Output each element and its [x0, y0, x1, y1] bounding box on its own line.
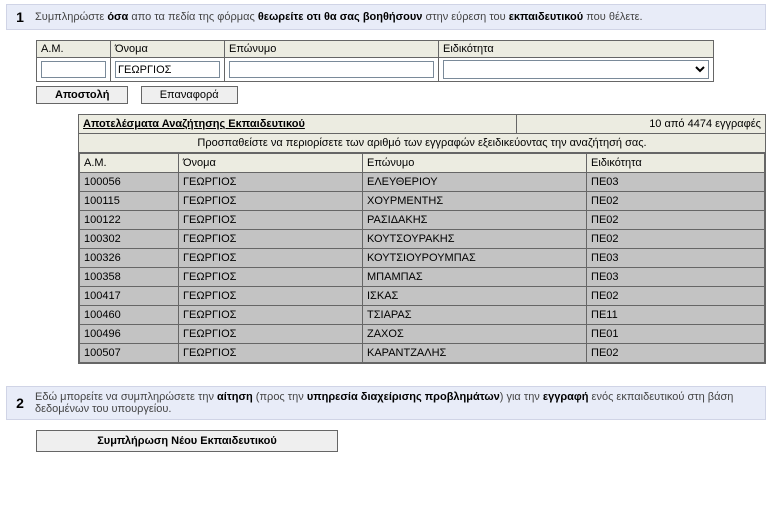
- cell-surname: ΚΑΡΑΝΤΖΑΛΗΣ: [363, 344, 587, 363]
- name-input[interactable]: [115, 61, 220, 78]
- cell-am: 100460: [80, 306, 179, 325]
- cell-name: ΓΕΩΡΓΙΟΣ: [179, 325, 363, 344]
- results-hint: Προσπαθείστε να περιορίσετε των αριθμό τ…: [79, 134, 765, 153]
- col-header-name: Όνομα: [179, 154, 363, 173]
- cell-am: 100507: [80, 344, 179, 363]
- cell-spec: ΠΕ03: [587, 249, 765, 268]
- cell-name: ΓΕΩΡΓΙΟΣ: [179, 173, 363, 192]
- new-teacher-button[interactable]: Συμπλήρωση Νέου Εκπαιδευτικού: [36, 430, 338, 452]
- cell-surname: ΙΣΚΑΣ: [363, 287, 587, 306]
- table-row[interactable]: 100115ΓΕΩΡΓΙΟΣΧΟΥΡΜΕΝΤΗΣΠΕ02: [80, 192, 765, 211]
- table-row[interactable]: 100460ΓΕΩΡΓΙΟΣΤΣΙΑΡΑΣΠΕ11: [80, 306, 765, 325]
- surname-input[interactable]: [229, 61, 434, 78]
- cell-am: 100496: [80, 325, 179, 344]
- search-form: A.M. Όνομα Επώνυμο Ειδικότητα Αποστολή Ε…: [36, 40, 766, 104]
- step1-instruction: 1 Συμπληρώστε όσα απο τα πεδία της φόρμα…: [6, 4, 766, 30]
- table-row[interactable]: 100507ΓΕΩΡΓΙΟΣΚΑΡΑΝΤΖΑΛΗΣΠΕ02: [80, 344, 765, 363]
- cell-name: ΓΕΩΡΓΙΟΣ: [179, 230, 363, 249]
- results-title: Αποτελέσματα Αναζήτησης Εκπαιδευτικού: [79, 115, 517, 134]
- cell-am: 100115: [80, 192, 179, 211]
- am-input[interactable]: [41, 61, 106, 78]
- header-am: A.M.: [37, 41, 111, 58]
- cell-name: ΓΕΩΡΓΙΟΣ: [179, 344, 363, 363]
- step2-number: 2: [13, 395, 27, 411]
- cell-surname: ΚΟΥΤΣΟΥΡΑΚΗΣ: [363, 230, 587, 249]
- cell-surname: ΤΣΙΑΡΑΣ: [363, 306, 587, 325]
- step1-text: Συμπληρώστε όσα απο τα πεδία της φόρμας …: [35, 11, 643, 23]
- cell-am: 100326: [80, 249, 179, 268]
- cell-name: ΓΕΩΡΓΙΟΣ: [179, 306, 363, 325]
- cell-spec: ΠΕ02: [587, 211, 765, 230]
- cell-name: ΓΕΩΡΓΙΟΣ: [179, 287, 363, 306]
- cell-spec: ΠΕ01: [587, 325, 765, 344]
- cell-spec: ΠΕ03: [587, 268, 765, 287]
- table-row[interactable]: 100056ΓΕΩΡΓΙΟΣΕΛΕΥΘΕΡΙΟΥΠΕ03: [80, 173, 765, 192]
- cell-name: ΓΕΩΡΓΙΟΣ: [179, 249, 363, 268]
- results-table: A.M. Όνομα Επώνυμο Ειδικότητα 100056ΓΕΩΡ…: [79, 153, 765, 363]
- cell-surname: ΖΑΧΟΣ: [363, 325, 587, 344]
- cell-surname: ΕΛΕΥΘΕΡΙΟΥ: [363, 173, 587, 192]
- cell-spec: ΠΕ02: [587, 192, 765, 211]
- reset-button[interactable]: Επαναφορά: [141, 86, 238, 104]
- cell-surname: ΚΟΥΤΣΙΟΥΡΟΥΜΠΑΣ: [363, 249, 587, 268]
- col-header-specialty: Ειδικότητα: [587, 154, 765, 173]
- table-row[interactable]: 100358ΓΕΩΡΓΙΟΣΜΠΑΜΠΑΣΠΕ03: [80, 268, 765, 287]
- cell-am: 100302: [80, 230, 179, 249]
- submit-button[interactable]: Αποστολή: [36, 86, 128, 104]
- table-row[interactable]: 100122ΓΕΩΡΓΙΟΣΡΑΣΙΔΑΚΗΣΠΕ02: [80, 211, 765, 230]
- cell-spec: ΠΕ02: [587, 344, 765, 363]
- cell-name: ΓΕΩΡΓΙΟΣ: [179, 268, 363, 287]
- results-count: 10 από 4474 εγγραφές: [517, 115, 765, 134]
- cell-am: 100358: [80, 268, 179, 287]
- cell-spec: ΠΕ02: [587, 230, 765, 249]
- results-panel: Αποτελέσματα Αναζήτησης Εκπαιδευτικού 10…: [78, 114, 766, 364]
- cell-surname: ΧΟΥΡΜΕΝΤΗΣ: [363, 192, 587, 211]
- cell-name: ΓΕΩΡΓΙΟΣ: [179, 192, 363, 211]
- cell-name: ΓΕΩΡΓΙΟΣ: [179, 211, 363, 230]
- step2-instruction: 2 Εδώ μπορείτε να συμπληρώσετε την αίτησ…: [6, 386, 766, 420]
- cell-spec: ΠΕ11: [587, 306, 765, 325]
- table-row[interactable]: 100496ΓΕΩΡΓΙΟΣΖΑΧΟΣΠΕ01: [80, 325, 765, 344]
- cell-spec: ΠΕ02: [587, 287, 765, 306]
- specialty-select[interactable]: [443, 60, 709, 79]
- table-row[interactable]: 100302ΓΕΩΡΓΙΟΣΚΟΥΤΣΟΥΡΑΚΗΣΠΕ02: [80, 230, 765, 249]
- search-fields-table: A.M. Όνομα Επώνυμο Ειδικότητα: [36, 40, 714, 82]
- header-name: Όνομα: [111, 41, 225, 58]
- col-header-surname: Επώνυμο: [363, 154, 587, 173]
- col-header-am: A.M.: [80, 154, 179, 173]
- step1-number: 1: [13, 9, 27, 25]
- cell-am: 100122: [80, 211, 179, 230]
- cell-am: 100417: [80, 287, 179, 306]
- cell-surname: ΜΠΑΜΠΑΣ: [363, 268, 587, 287]
- cell-spec: ΠΕ03: [587, 173, 765, 192]
- table-row[interactable]: 100417ΓΕΩΡΓΙΟΣΙΣΚΑΣΠΕ02: [80, 287, 765, 306]
- step2-text: Εδώ μπορείτε να συμπληρώσετε την αίτηση …: [35, 391, 759, 415]
- header-specialty: Ειδικότητα: [439, 41, 714, 58]
- header-surname: Επώνυμο: [225, 41, 439, 58]
- cell-surname: ΡΑΣΙΔΑΚΗΣ: [363, 211, 587, 230]
- cell-am: 100056: [80, 173, 179, 192]
- table-row[interactable]: 100326ΓΕΩΡΓΙΟΣΚΟΥΤΣΙΟΥΡΟΥΜΠΑΣΠΕ03: [80, 249, 765, 268]
